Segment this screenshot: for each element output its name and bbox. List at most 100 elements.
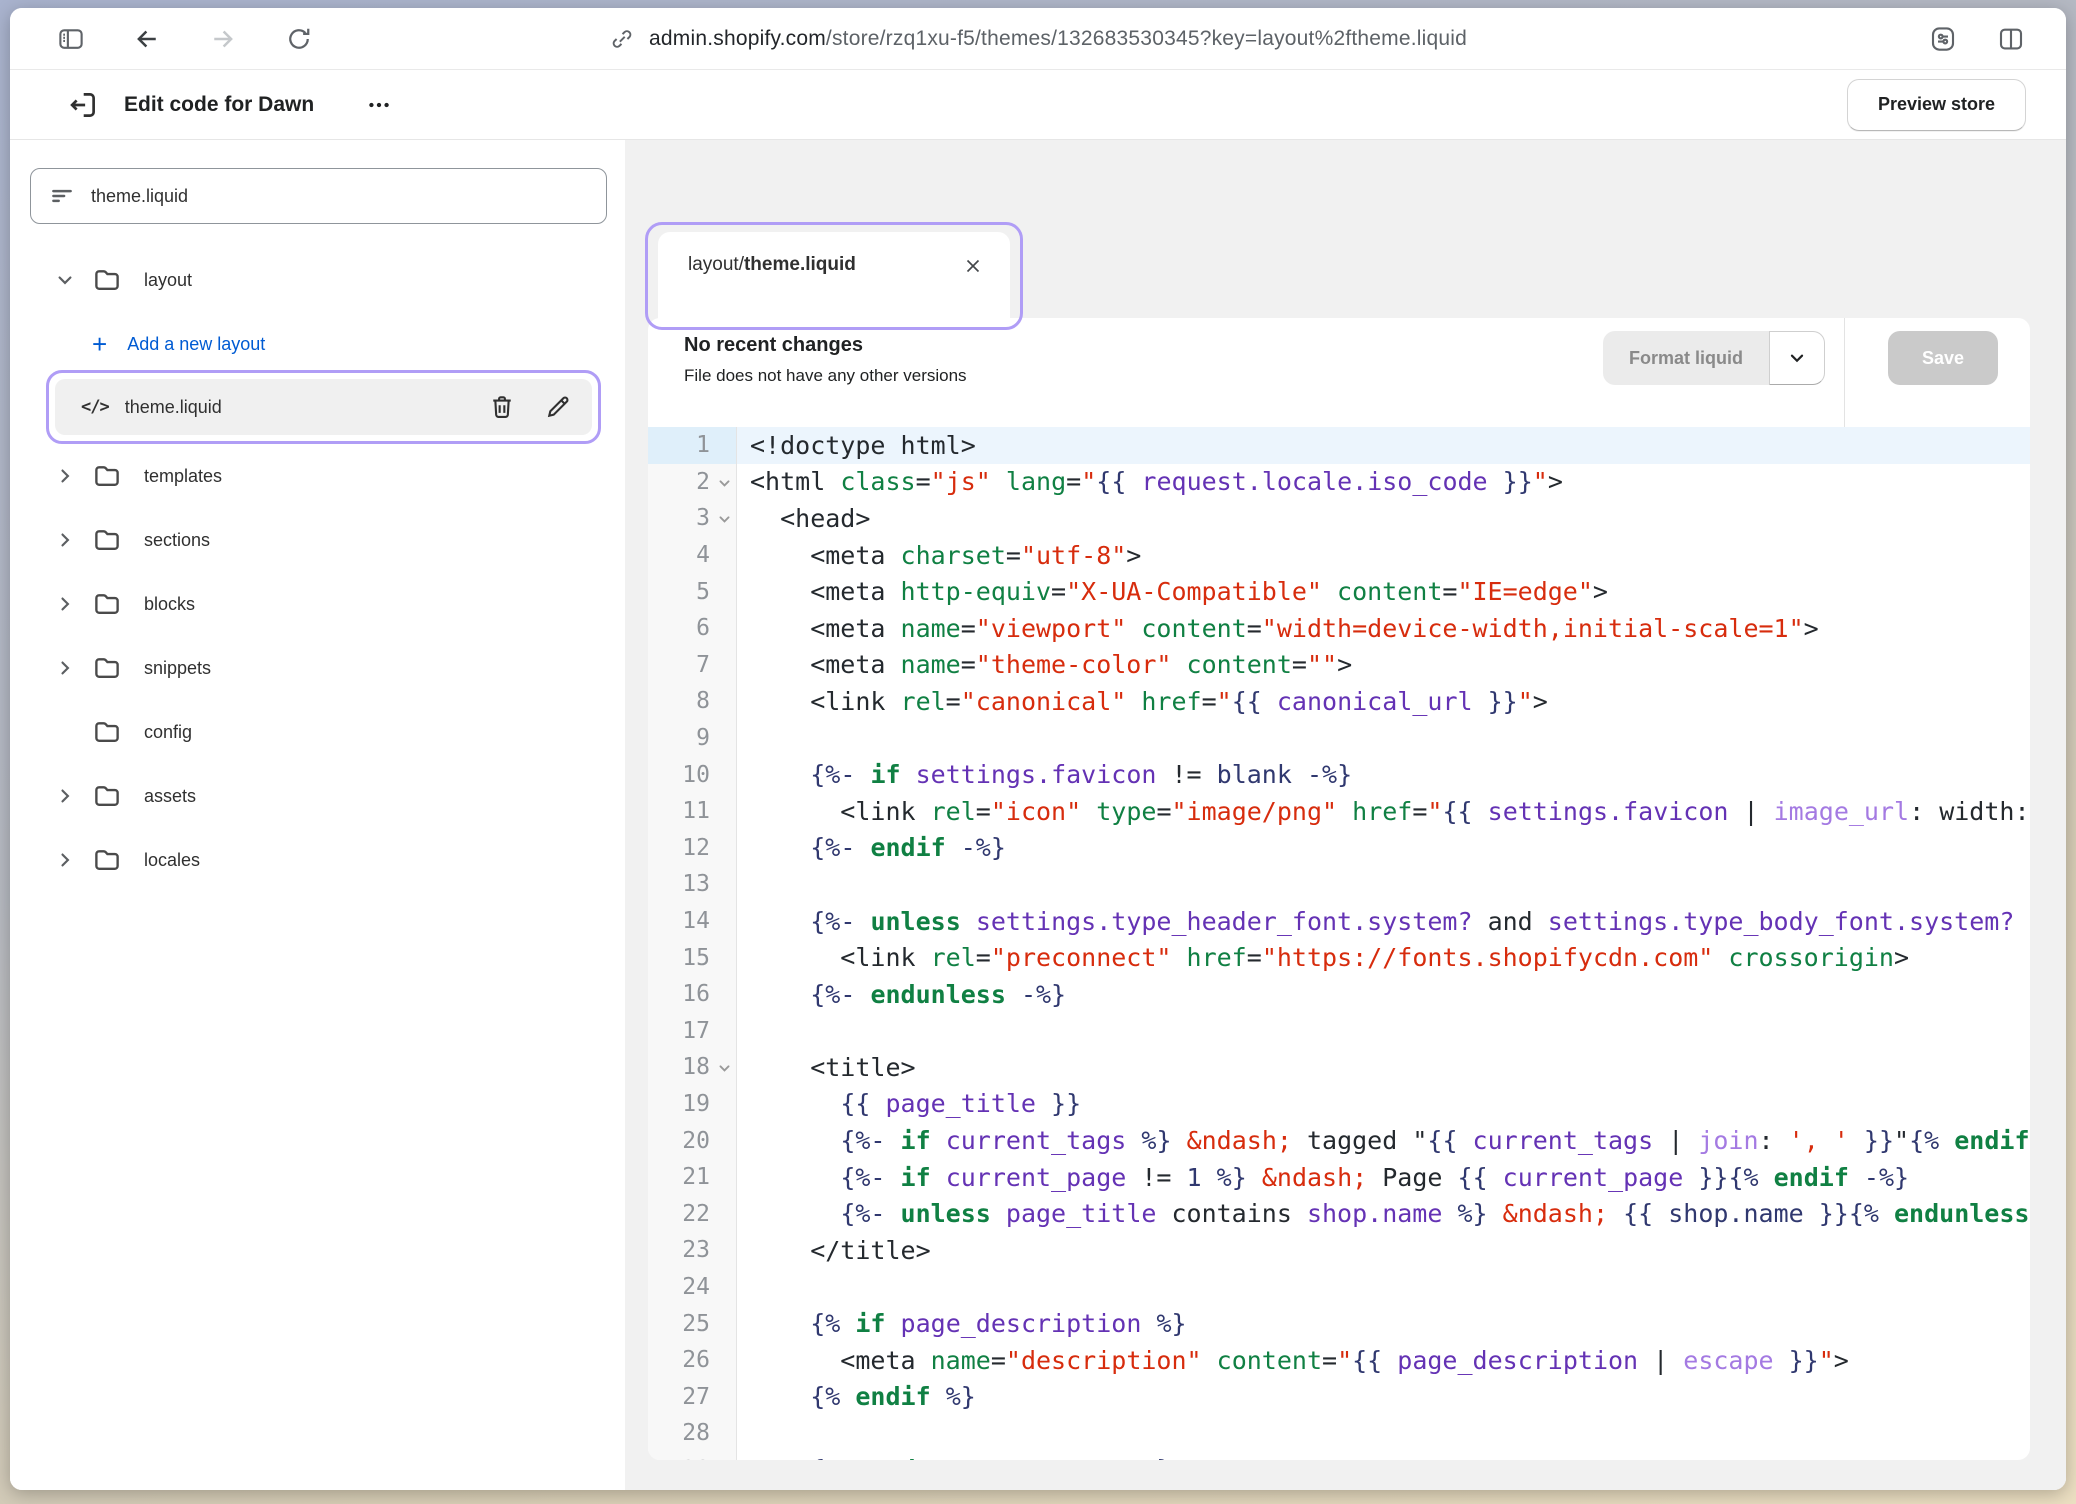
code-line-10[interactable]: 10 {%- if settings.favicon != blank -%} [648,756,2030,793]
sidebar-item-templates[interactable]: templates [30,452,607,500]
sidebar-toggle-icon[interactable] [54,22,88,56]
save-button[interactable]: Save [1888,331,1998,385]
split-view-icon[interactable] [1994,22,2028,56]
filter-icon [49,183,75,209]
sidebar-item-assets[interactable]: assets [30,772,607,820]
code-line-5[interactable]: 5 <meta http-equiv="X-UA-Compatible" con… [648,573,2030,610]
back-icon[interactable] [130,22,164,56]
chevron-down-icon[interactable] [1769,331,1825,385]
fold-toggle-icon[interactable] [717,1061,732,1076]
chevron-right-icon[interactable] [52,850,78,870]
code-line-7[interactable]: 7 <meta name="theme-color" content=""> [648,647,2030,684]
folder-icon [92,653,122,683]
code-line-3[interactable]: 3 <head> [648,500,2030,537]
reload-icon[interactable] [282,22,316,56]
code-text: {%- if current_tags %} &ndash; tagged "{… [737,1122,2030,1159]
code-line-23[interactable]: 23 </title> [648,1232,2030,1269]
add-new-layout-button[interactable]: +Add a new layout [30,320,607,368]
sidebar-item-layout[interactable]: layout [30,256,607,304]
code-line-16[interactable]: 16 {%- endunless -%} [648,976,2030,1013]
sidebar-item-blocks[interactable]: blocks [30,580,607,628]
code-file-icon: </> [81,397,109,417]
editor-panel: No recent changes File does not have any… [648,318,2030,1460]
line-number: 5 [648,573,737,610]
code-text: <!doctype html> [737,427,2030,464]
folder-icon [92,265,122,295]
rename-file-icon[interactable] [544,393,572,421]
address-bar[interactable]: admin.shopify.com/store/rzq1xu-f5/themes… [609,26,1467,52]
more-menu-icon[interactable] [362,88,396,122]
browser-settings-icon[interactable] [1926,22,1960,56]
fold-toggle-icon[interactable] [717,512,732,527]
delete-file-icon[interactable] [488,393,516,421]
app-header: Edit code for Dawn Preview store [10,70,2066,140]
code-line-9[interactable]: 9 [648,720,2030,757]
sidebar-item-theme.liquid[interactable]: </>theme.liquid [55,379,592,435]
code-line-29[interactable]: 29 {% render 'meta-tags' %} [648,1452,2030,1460]
code-text: {%- if current_page != 1 %} &ndash; Page… [737,1159,2030,1196]
preview-store-button[interactable]: Preview store [1847,79,2026,131]
sidebar-item-locales[interactable]: locales [30,836,607,884]
line-number: 2 [648,464,737,501]
line-number: 9 [648,720,737,757]
search-input[interactable] [91,186,588,207]
code-text: <head> [737,500,2030,537]
code-line-17[interactable]: 17 [648,1013,2030,1050]
line-number: 8 [648,683,737,720]
code-line-13[interactable]: 13 [648,866,2030,903]
code-line-26[interactable]: 26 <meta name="description" content="{{ … [648,1342,2030,1379]
code-line-28[interactable]: 28 [648,1415,2030,1452]
code-line-1[interactable]: 1<!doctype html> [648,427,2030,464]
code-line-8[interactable]: 8 <link rel="canonical" href="{{ canonic… [648,683,2030,720]
code-line-19[interactable]: 19 {{ page_title }} [648,1086,2030,1123]
chevron-down-icon[interactable] [52,270,78,290]
chevron-right-icon[interactable] [52,658,78,678]
format-liquid-label: Format liquid [1603,331,1769,385]
line-number: 23 [648,1232,737,1269]
sidebar-item-sections[interactable]: sections [30,516,607,564]
code-text: {% render 'meta-tags' %} [737,1452,2030,1460]
code-line-18[interactable]: 18 <title> [648,1049,2030,1086]
code-text: <meta name="viewport" content="width=dev… [737,610,2030,647]
sidebar-item-config[interactable]: config [30,708,607,756]
chevron-right-icon[interactable] [52,786,78,806]
code-line-15[interactable]: 15 <link rel="preconnect" href="https://… [648,939,2030,976]
selected-file-highlight: </>theme.liquid [46,370,601,444]
code-line-20[interactable]: 20 {%- if current_tags %} &ndash; tagged… [648,1122,2030,1159]
code-line-25[interactable]: 25 {% if page_description %} [648,1305,2030,1342]
code-line-12[interactable]: 12 {%- endif -%} [648,830,2030,867]
code-line-22[interactable]: 22 {%- unless page_title contains shop.n… [648,1195,2030,1232]
chevron-right-icon[interactable] [52,594,78,614]
code-line-21[interactable]: 21 {%- if current_page != 1 %} &ndash; P… [648,1159,2030,1196]
line-number: 29 [648,1452,737,1460]
header-divider [1844,318,1845,427]
code-text: <meta http-equiv="X-UA-Compatible" conte… [737,573,2030,610]
code-text: <meta charset="utf-8"> [737,537,2030,574]
line-number: 24 [648,1269,737,1306]
code-line-11[interactable]: 11 <link rel="icon" type="image/png" hre… [648,793,2030,830]
code-line-24[interactable]: 24 [648,1269,2030,1306]
fold-toggle-icon[interactable] [717,476,732,491]
code-line-27[interactable]: 27 {% endif %} [648,1378,2030,1415]
chevron-right-icon[interactable] [52,466,78,486]
line-number: 16 [648,976,737,1013]
line-number: 17 [648,1013,737,1050]
code-text: {% if page_description %} [737,1305,2030,1342]
forward-icon[interactable] [206,22,240,56]
code-line-2[interactable]: 2<html class="js" lang="{{ request.local… [648,464,2030,501]
file-search[interactable] [30,168,607,224]
code-line-6[interactable]: 6 <meta name="viewport" content="width=d… [648,610,2030,647]
sidebar-item-snippets[interactable]: snippets [30,644,607,692]
code-text: {%- unless page_title contains shop.name… [737,1195,2030,1232]
code-line-14[interactable]: 14 {%- unless settings.type_header_font.… [648,903,2030,940]
code-text: {% endif %} [737,1378,2030,1415]
chevron-right-icon[interactable] [52,530,78,550]
code-editor[interactable]: 1<!doctype html>2<html class="js" lang="… [648,427,2030,1460]
code-line-4[interactable]: 4 <meta charset="utf-8"> [648,537,2030,574]
code-text [737,1013,2030,1050]
format-liquid-button[interactable]: Format liquid [1603,331,1825,385]
code-text: <meta name="description" content="{{ pag… [737,1342,2030,1379]
exit-editor-icon[interactable] [66,88,100,122]
code-text: <link rel="preconnect" href="https://fon… [737,939,2030,976]
browser-window: admin.shopify.com/store/rzq1xu-f5/themes… [10,8,2066,1490]
